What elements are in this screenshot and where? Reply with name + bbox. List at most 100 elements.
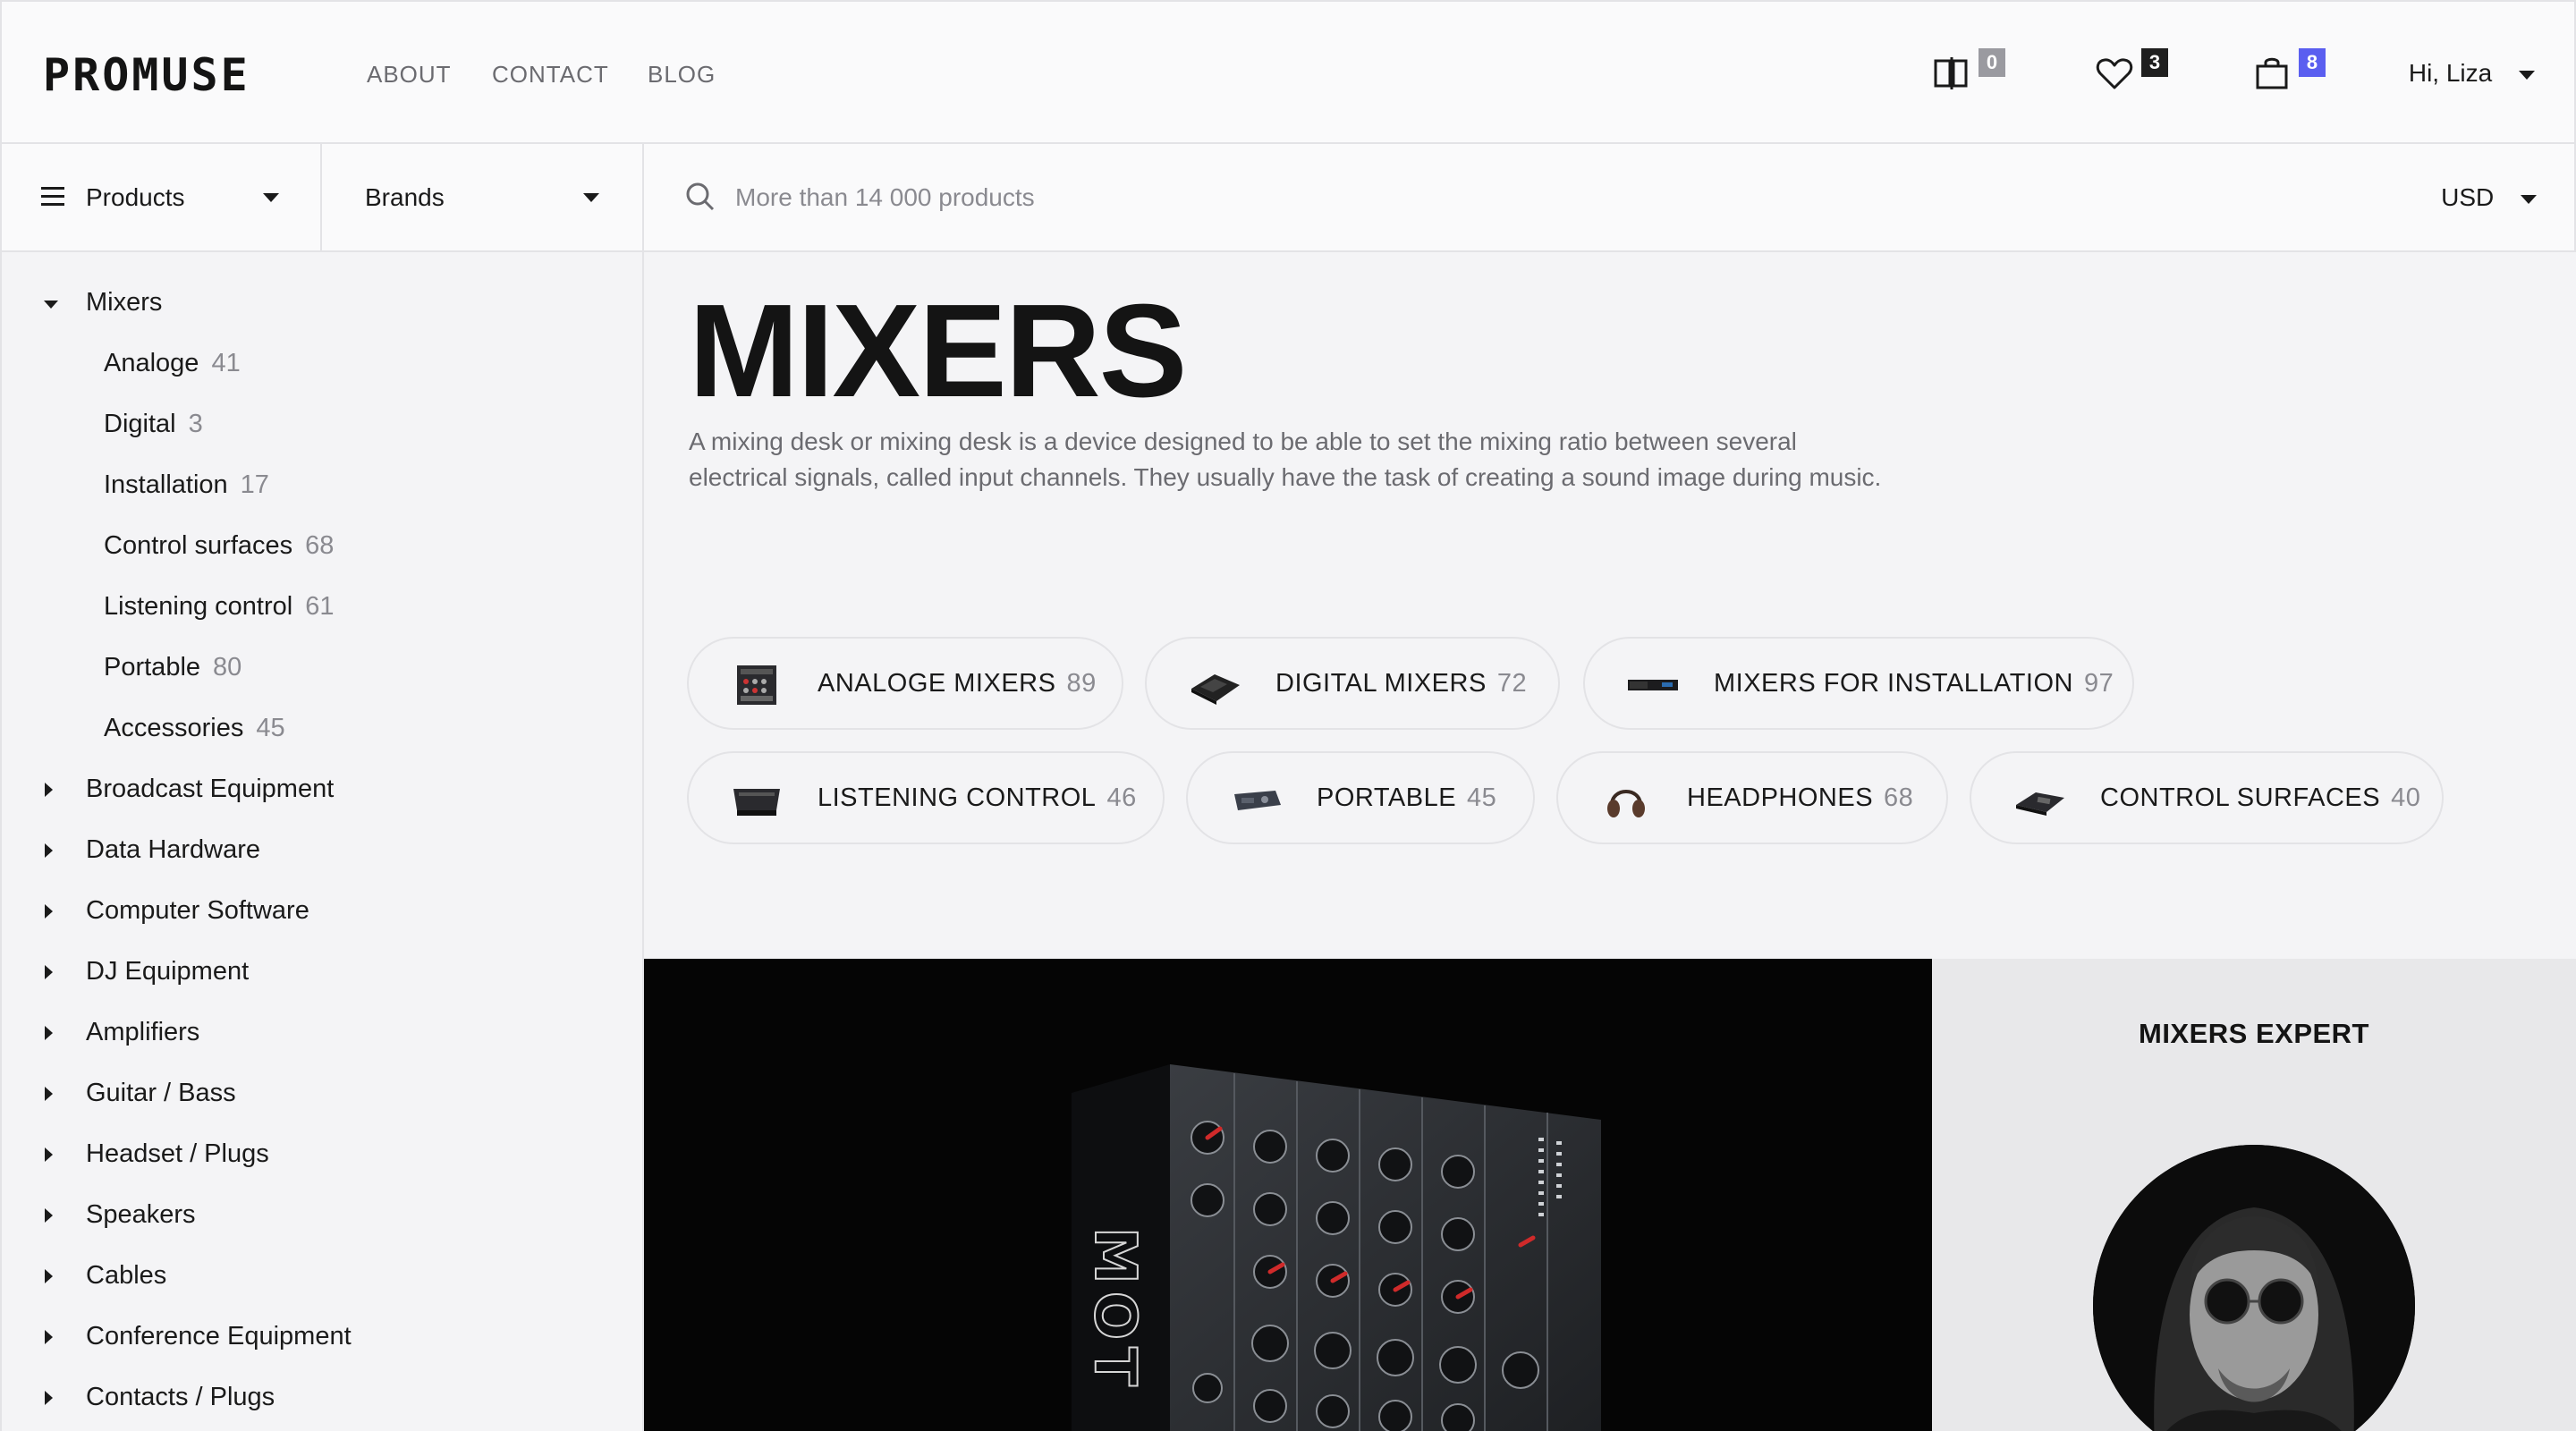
category-label: Headset / Plugs: [86, 1139, 269, 1168]
category-label: Conference Equipment: [86, 1322, 352, 1351]
user-menu[interactable]: Hi, Liza: [2409, 59, 2535, 88]
top-header: PROMUSE ABOUT CONTACT BLOG 0 3 8 Hi, Liz…: [0, 0, 2576, 144]
subcategory-installation[interactable]: Installation 17: [104, 470, 269, 500]
currency-label: USD: [2441, 183, 2495, 211]
nav-blog[interactable]: BLOG: [648, 61, 716, 89]
mixer-photo-illustration: MOT: [1072, 1064, 1601, 1431]
subcategory-count: 3: [188, 410, 203, 438]
category-sidebar: Mixers Analoge 41 Digital 3 Installation 17…: [0, 252, 644, 1431]
headphones-icon: [1607, 790, 1645, 817]
subcategory-accessories[interactable]: Accessories 45: [104, 714, 285, 743]
chevron-down-icon: [2519, 70, 2535, 80]
caret-right-icon: [45, 1269, 53, 1283]
compare-button[interactable]: 0: [1932, 48, 2005, 102]
category-label: Amplifiers: [86, 1018, 200, 1046]
category-label: Speakers: [86, 1200, 196, 1229]
category-label: Contacts / Plugs: [86, 1383, 275, 1411]
category-cables[interactable]: Cables: [2, 1254, 628, 1299]
products-label: Products: [86, 183, 185, 211]
chip-mixers-for-installation[interactable]: MIXERS FOR INSTALLATION 97: [1583, 637, 2134, 730]
category-mixers[interactable]: Mixers: [2, 281, 628, 326]
compare-count-badge: 0: [1979, 48, 2005, 77]
chip-label: PORTABLE 45: [1317, 783, 1497, 812]
hero-product-image[interactable]: MOT: [644, 959, 1932, 1431]
caret-down-icon: [44, 301, 58, 309]
chip-digital-mixers[interactable]: DIGITAL MIXERS 72: [1145, 637, 1560, 730]
category-computer-software[interactable]: Computer Software: [2, 889, 628, 934]
currency-selector[interactable]: USD: [2441, 183, 2537, 212]
chip-control-surfaces[interactable]: CONTROL SURFACES 40: [1970, 751, 2444, 844]
category-label: DJ Equipment: [86, 957, 250, 986]
brands-dropdown[interactable]: Brands: [322, 144, 644, 250]
category-speakers[interactable]: Speakers: [2, 1193, 628, 1238]
subcategory-label: Control surfaces: [104, 531, 293, 560]
caret-right-icon: [45, 904, 53, 919]
subcategory-count: 45: [256, 714, 285, 742]
subcategory-count: 17: [240, 470, 269, 499]
mixers-expert-card[interactable]: MIXERS EXPERT: [1932, 959, 2576, 1431]
hamburger-icon: [41, 187, 64, 206]
chip-listening-control[interactable]: LISTENING CONTROL 46: [687, 751, 1165, 844]
digital-mixer-icon: [1191, 674, 1240, 705]
subcategory-count: 80: [213, 653, 242, 682]
chip-label: ANALOGE MIXERS 89: [818, 669, 1097, 698]
category-label: Broadcast Equipment: [86, 775, 335, 803]
listening-control-icon: [733, 789, 780, 816]
caret-right-icon: [45, 1208, 53, 1223]
logo[interactable]: PROMUSE: [43, 49, 250, 101]
subcategory-label: Installation: [104, 470, 228, 499]
wishlist-button[interactable]: 3: [2095, 48, 2168, 102]
subcategory-control-surfaces[interactable]: Control surfaces 68: [104, 531, 334, 561]
category-amplifiers[interactable]: Amplifiers: [2, 1011, 628, 1055]
category-label: Cables: [86, 1261, 167, 1290]
subcategory-analoge[interactable]: Analoge 41: [104, 349, 241, 378]
brands-label: Brands: [365, 183, 445, 211]
chevron-down-icon: [263, 193, 279, 202]
category-description: A mixing desk or mixing desk is a device…: [689, 428, 1882, 491]
caret-right-icon: [45, 965, 53, 979]
page-title: MIXERS: [689, 277, 1187, 425]
category-dj-equipment[interactable]: DJ Equipment: [2, 950, 628, 995]
caret-right-icon: [45, 843, 53, 858]
subcategory-label: Accessories: [104, 714, 244, 742]
products-dropdown[interactable]: Products: [2, 144, 322, 250]
category-label: Guitar / Bass: [86, 1079, 236, 1107]
expert-avatar: [2093, 1145, 2415, 1431]
subcategory-label: Analoge: [104, 349, 199, 377]
nav-about[interactable]: ABOUT: [367, 61, 452, 89]
compare-icon: [1934, 57, 1968, 89]
subcategory-label: Listening control: [104, 592, 293, 621]
category-contacts-plugs[interactable]: Contacts / Plugs: [2, 1376, 628, 1420]
user-greeting: Hi, Liza: [2408, 59, 2493, 87]
search-input[interactable]: [735, 171, 2345, 224]
hero-brand-text: MOT: [1081, 1227, 1148, 1393]
subcategory-listening-control[interactable]: Listening control 61: [104, 592, 334, 622]
chevron-down-icon: [2521, 194, 2537, 204]
subcategory-digital[interactable]: Digital 3: [104, 410, 203, 439]
cart-count-badge: 8: [2299, 48, 2326, 77]
nav-contact[interactable]: CONTACT: [492, 61, 609, 89]
caret-right-icon: [45, 1087, 53, 1101]
caret-right-icon: [45, 1147, 53, 1162]
search-icon: [686, 182, 715, 211]
category-data-hardware[interactable]: Data Hardware: [2, 828, 628, 873]
caret-right-icon: [45, 783, 53, 797]
subcategory-count: 68: [305, 531, 335, 560]
subcategory-portable[interactable]: Portable 80: [104, 653, 242, 682]
cart-button[interactable]: 8: [2252, 48, 2326, 102]
category-guitar-bass[interactable]: Guitar / Bass: [2, 1071, 628, 1116]
expert-title: MIXERS EXPERT: [2139, 1018, 2369, 1049]
expert-portrait: [2093, 1145, 2415, 1431]
subcategory-label: Portable: [104, 653, 201, 682]
category-broadcast-equipment[interactable]: Broadcast Equipment: [2, 767, 628, 812]
portable-mixer-icon: [1234, 791, 1281, 810]
caret-right-icon: [45, 1391, 53, 1405]
chip-analoge-mixers[interactable]: ANALOGE MIXERS 89: [687, 637, 1123, 730]
subcategory-count: 61: [305, 592, 335, 621]
shopping-bag-icon: [2256, 57, 2288, 89]
category-conference-equipment[interactable]: Conference Equipment: [2, 1315, 628, 1359]
chip-headphones[interactable]: HEADPHONES 68: [1556, 751, 1948, 844]
subcategory-label: Digital: [104, 410, 176, 438]
chip-portable[interactable]: PORTABLE 45: [1186, 751, 1535, 844]
category-headset-plugs[interactable]: Headset / Plugs: [2, 1132, 628, 1177]
